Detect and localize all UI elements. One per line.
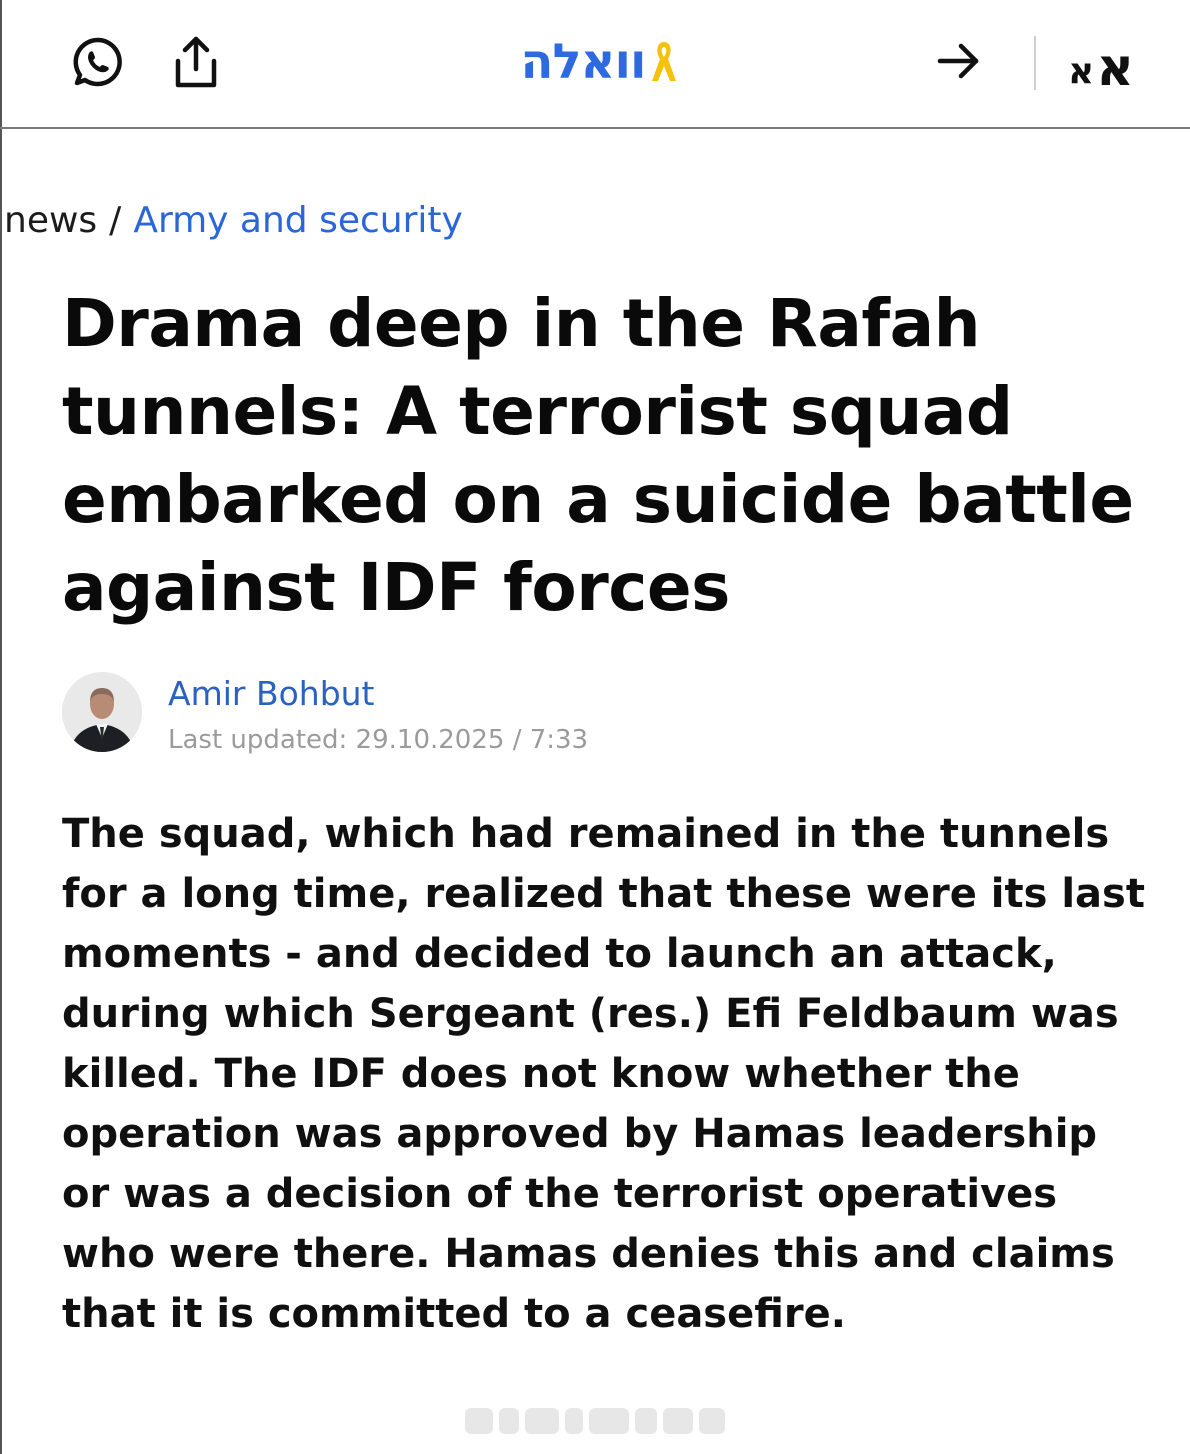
share-button[interactable] [168, 32, 224, 92]
frame-edge [0, 0, 2, 1454]
breadcrumb: news / Army and security [4, 196, 463, 246]
whatsapp-share-button[interactable] [70, 34, 126, 90]
article-lead: The squad, which had remained in the tun… [62, 811, 1145, 1337]
last-updated-timestamp: Last updated: 29.10.2025 / 7:33 [168, 725, 589, 755]
font-size-large-glyph: א [1096, 38, 1135, 98]
yellow-ribbon-icon [652, 42, 677, 81]
logo-text: וואלה [520, 34, 647, 90]
author-name-link[interactable]: Amir Bohbut [168, 672, 375, 716]
article-title: Drama deep in the Rafah tunnels: A terro… [62, 285, 1134, 626]
arrow-right-icon [937, 43, 979, 79]
back-button[interactable] [930, 36, 986, 86]
breadcrumb-home-link[interactable]: news [4, 200, 97, 241]
breadcrumb-separator: / [109, 200, 122, 241]
author-avatar[interactable] [62, 672, 142, 752]
top-bar: וואלה א א [0, 0, 1190, 129]
share-icon [175, 36, 217, 88]
whatsapp-icon [73, 37, 122, 87]
breadcrumb-section-link[interactable]: Army and security [133, 200, 463, 241]
font-size-button[interactable]: א א [1068, 30, 1134, 94]
site-logo[interactable]: וואלה [500, 30, 700, 94]
font-size-small-glyph: א [1068, 51, 1095, 92]
header-divider [1034, 36, 1036, 90]
blurred-watermark [465, 1404, 725, 1438]
author-photo [62, 672, 142, 752]
